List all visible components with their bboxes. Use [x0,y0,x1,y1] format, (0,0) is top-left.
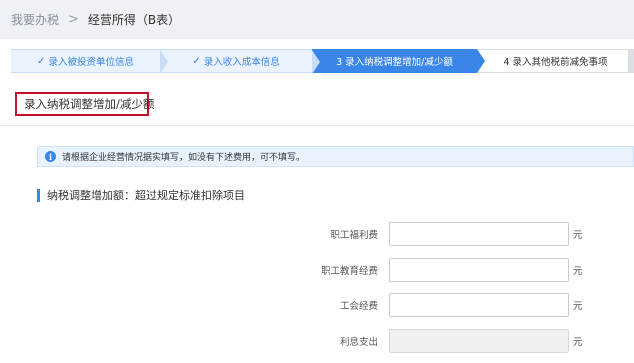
check-icon: ✓ [192,55,201,67]
education-expense-input[interactable] [389,258,569,282]
step-chevron-icon [477,49,485,73]
notice-banner: i 请根据企业经营情况据实填写，如没有下述费用，可不填写。 [37,146,634,167]
breadcrumb-home-link[interactable]: 我要办税 [11,11,59,28]
step-1[interactable]: ✓ 录入被投资单位信息 [11,49,168,73]
step-3[interactable]: 3 录入纳税调整增加/减少额 [312,49,485,73]
title-accent-bar [37,188,40,202]
field-row-education: 职工教育经费 元 [0,258,634,282]
subsection-title: 纳税调整增加额：超过规定标准扣除项目 [37,188,245,202]
field-unit-welfare: 元 [573,230,583,241]
breadcrumb-separator-icon: > [68,12,79,27]
field-row-welfare: 职工福利费 元 [0,222,634,246]
step-progress: ✓ 录入被投资单位信息 ✓ 录入收入成本信息 3 录入纳税调整增加/减少额 4 … [11,49,634,73]
step-chevron-icon [312,50,320,73]
subsection-title-text: 纳税调整增加额：超过规定标准扣除项目 [47,189,245,202]
section-title: 录入纳税调整增加/减少额 [15,92,154,116]
breadcrumb: 我要办税 > 经营所得（B表） [11,11,180,28]
field-label-education: 职工教育经费 [320,266,378,277]
breadcrumb-current: 经营所得（B表） [87,13,181,27]
check-icon: ✓ [37,55,46,67]
step-3-label: 3 录入纳税调整增加/减少额 [336,57,453,68]
field-unit-union: 元 [573,301,583,312]
section-title-text: 录入纳税调整增加/减少额 [24,97,155,111]
field-label-union: 工会经费 [339,301,378,312]
field-row-union: 工会经费 元 [0,293,634,317]
step-2[interactable]: ✓ 录入收入成本信息 [160,49,320,73]
step-chevron-icon [160,50,168,73]
field-row-interest: 利息支出 元 [0,329,634,353]
field-unit-education: 元 [573,266,583,277]
field-label-welfare: 职工福利费 [330,230,378,241]
welfare-expense-input[interactable] [389,222,569,246]
field-label-interest: 利息支出 [339,337,378,348]
interest-expense-input [389,329,569,353]
info-icon: i [45,151,56,162]
step-scroll-edge [628,49,634,73]
notice-text: 请根据企业经营情况据实填写，如没有下述费用，可不填写。 [62,153,306,163]
step-1-label: 录入被投资单位信息 [48,57,134,68]
step-4[interactable]: 4 录入其他税前减免事项 [477,49,634,73]
union-fee-input[interactable] [389,293,569,317]
field-unit-interest: 元 [573,337,583,348]
section-divider [0,125,634,126]
step-4-label: 4 录入其他税前减免事项 [503,57,608,68]
main-panel: ✓ 录入被投资单位信息 ✓ 录入收入成本信息 3 录入纳税调整增加/减少额 4 … [0,39,634,363]
step-2-label: 录入收入成本信息 [203,57,280,68]
